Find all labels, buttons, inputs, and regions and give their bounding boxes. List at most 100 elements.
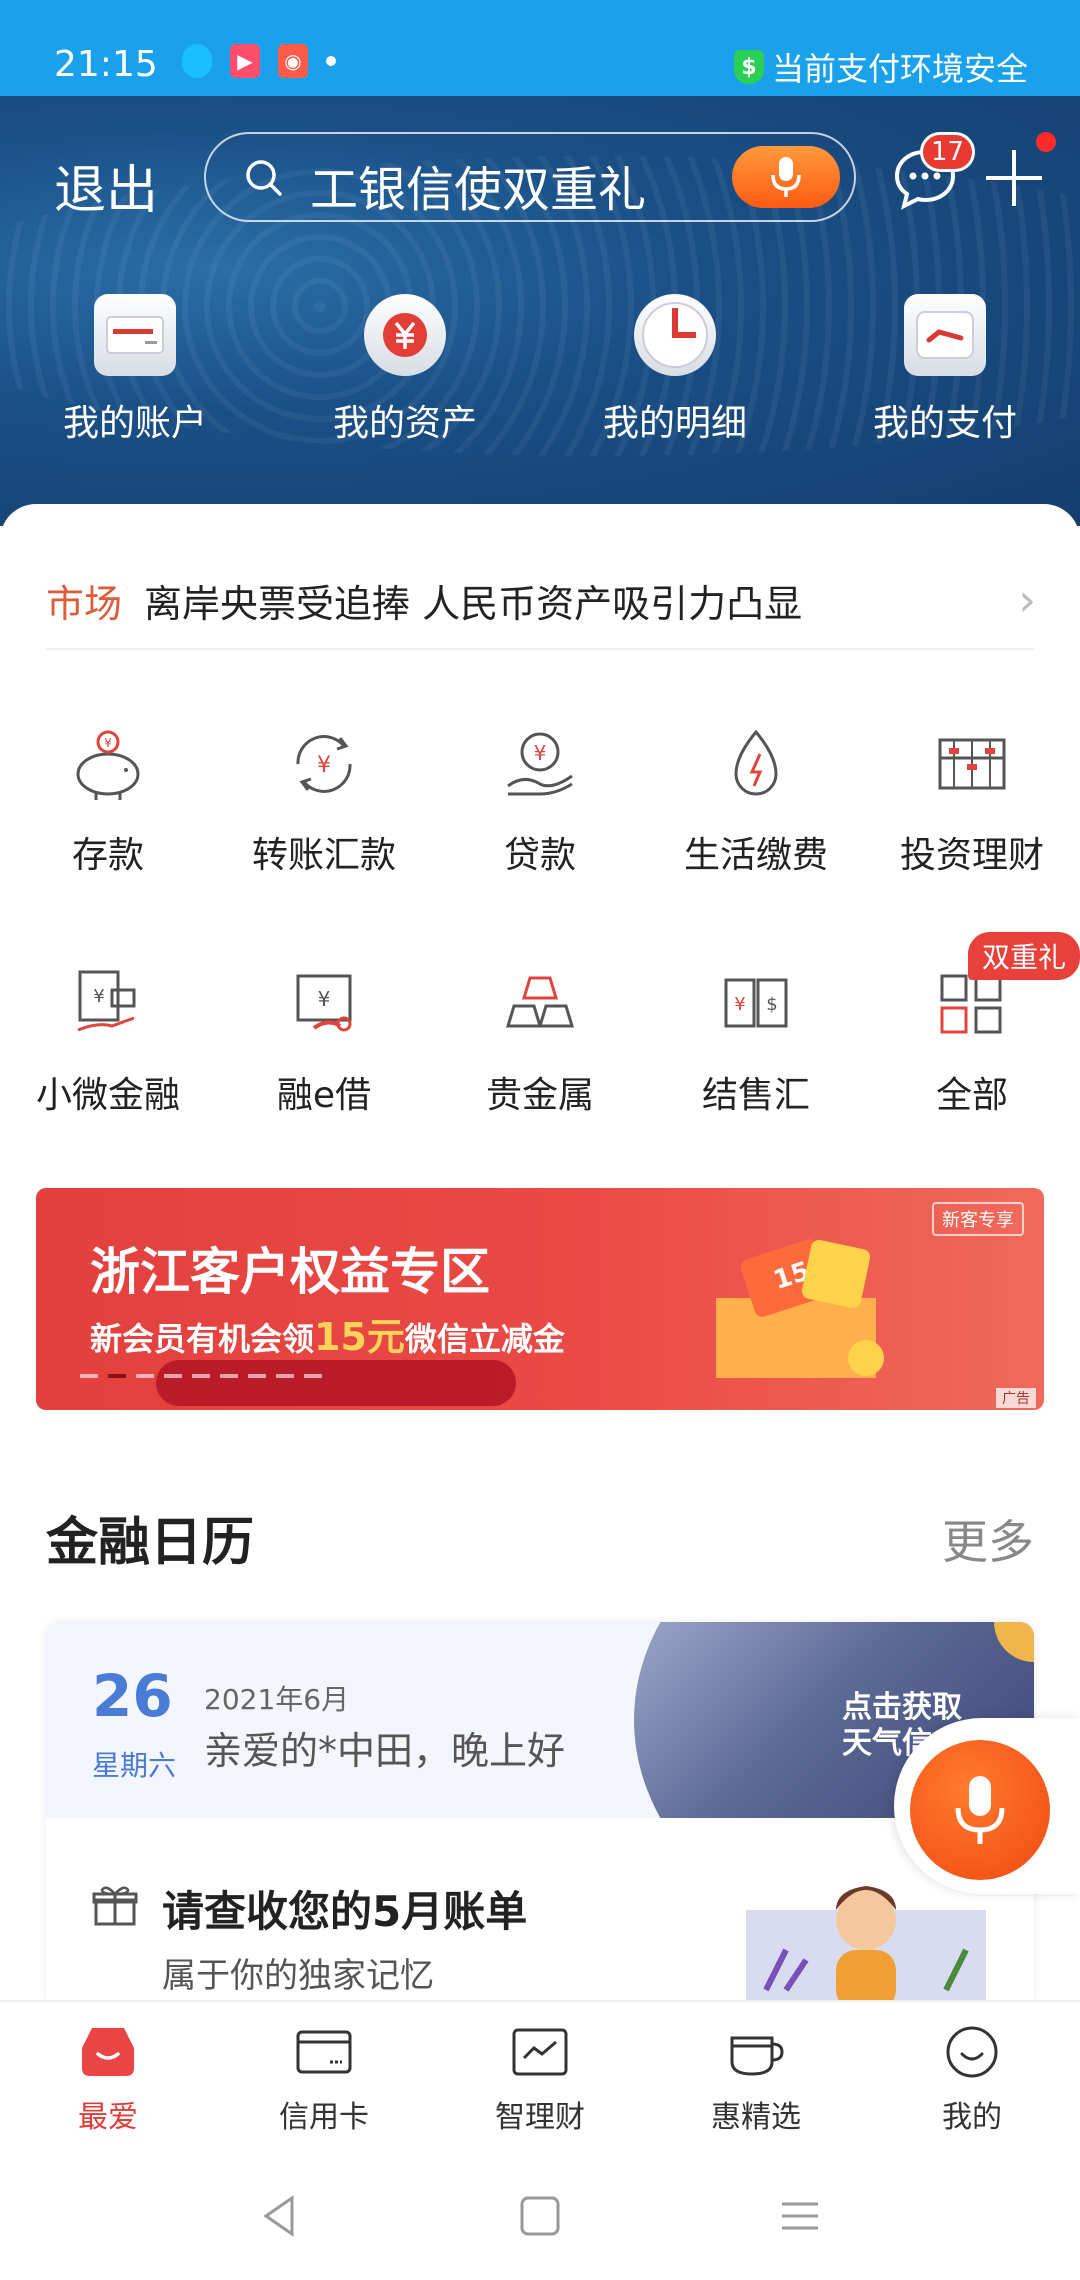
bill-title: 请查收您的5月账单 <box>162 1887 528 1936</box>
service-transfer[interactable]: ¥ 转账汇款 <box>216 704 432 944</box>
safety-text: 当前支付环境安全 <box>771 50 1028 88</box>
loan-icon: ¥ <box>507 732 573 796</box>
credit-card-icon <box>296 2030 352 2074</box>
service-e-loan[interactable]: ¥ 融e借 <box>216 944 432 1184</box>
home-icon[interactable] <box>518 2194 562 2238</box>
shield-icon: $ <box>733 50 764 84</box>
carousel-dot <box>136 1374 154 1378</box>
camera-app-icon: ◉ <box>278 44 308 78</box>
greeting-text: 亲爱的*中田，晚上好 <box>204 1729 566 1773</box>
divider <box>46 648 1034 650</box>
quick-item-my-details[interactable]: 我的明细 <box>540 294 810 446</box>
payment-safety-indicator: $ 当前支付环境安全 <box>733 44 1028 90</box>
chevron-right-icon: › <box>1018 574 1036 626</box>
header: 退出 工银信使双重礼 17 我的账户 我的资产 我的明细 我的支付 <box>0 96 1080 526</box>
quick-item-label: 我的支付 <box>872 403 1017 444</box>
tab-me[interactable]: 我的 <box>864 2002 1080 2150</box>
service-label: 转账汇款 <box>251 835 396 876</box>
smile-profile-icon <box>946 2026 998 2078</box>
account-card-icon <box>94 294 176 376</box>
weather-prompt-line1: 点击获取 <box>842 1690 962 1725</box>
calendar-day: 26 <box>92 1662 173 1730</box>
new-customer-tag: 新客专享 <box>932 1202 1024 1236</box>
carousel-dot <box>108 1374 126 1378</box>
bill-subtitle: 属于你的独家记忆 <box>162 1956 434 1996</box>
microphone-icon <box>771 157 801 197</box>
voice-search-button[interactable] <box>732 146 840 208</box>
ad-label: 广告 <box>996 1388 1036 1408</box>
status-time: 21:15 <box>54 44 158 85</box>
svg-text:¥: ¥ <box>317 753 331 778</box>
news-tag: 市场 <box>46 581 123 626</box>
currency-exchange-icon: ¥ $ <box>724 978 788 1028</box>
quick-item-my-assets[interactable]: 我的资产 <box>270 294 540 446</box>
quick-item-label: 我的明细 <box>602 403 747 444</box>
carousel-dot <box>304 1374 322 1378</box>
quick-item-my-account[interactable]: 我的账户 <box>0 294 270 446</box>
tab-favorites[interactable]: 最爱 <box>0 2002 216 2150</box>
quick-access-row: 我的账户 我的资产 我的明细 我的支付 <box>0 294 1080 446</box>
details-clock-icon <box>634 294 716 376</box>
voice-assistant-button[interactable] <box>910 1740 1050 1880</box>
quick-item-label: 我的账户 <box>62 403 207 444</box>
redaction-mark <box>156 1360 516 1406</box>
recents-menu-icon[interactable] <box>778 2194 822 2238</box>
micro-finance-icon: ¥ <box>77 970 136 1032</box>
piggy-bank-icon: ¥ <box>76 730 140 800</box>
search-bar[interactable]: 工银信使双重礼 <box>204 132 856 222</box>
service-label: 全部 <box>935 1075 1008 1116</box>
service-micro-finance[interactable]: ¥ 小微金融 <box>0 944 216 1184</box>
more-link[interactable]: 更多 <box>942 1506 1034 1572</box>
promo-banner[interactable]: 浙江客户权益专区 新会员有机会领15元微信立减金 新客专享 广告 15 <box>36 1188 1044 1410</box>
svg-text:¥: ¥ <box>318 987 331 1011</box>
tab-label: 我的 <box>942 2100 1002 2135</box>
svg-text:¥: ¥ <box>104 736 112 750</box>
payment-icon <box>904 294 986 376</box>
utility-bill-icon <box>734 729 778 796</box>
search-hint: 工银信使双重礼 <box>310 162 647 218</box>
service-investment[interactable]: 投资理财 <box>864 704 1080 944</box>
carousel-dot <box>220 1374 238 1378</box>
service-precious-metals[interactable]: 贵金属 <box>432 944 648 1184</box>
svg-text:$: $ <box>766 994 777 1015</box>
quick-item-my-payment[interactable]: 我的支付 <box>810 294 1080 446</box>
promo-badge: 双重礼 <box>967 932 1080 980</box>
service-fx-exchange[interactable]: ¥ $ 结售汇 <box>648 944 864 1184</box>
add-icon[interactable] <box>982 146 1046 210</box>
tab-deals[interactable]: 惠精选 <box>648 2002 864 2150</box>
service-row: ¥ 存款 ¥ 转账汇款 ¥ 贷款 生活缴费 投资理财 <box>0 704 1080 944</box>
market-news[interactable]: 市场 离岸央票受追捧 人民币资产吸引力凸显 › <box>46 550 1036 650</box>
dot-icon <box>326 56 336 66</box>
exit-button[interactable]: 退出 <box>54 148 158 223</box>
tab-label: 智理财 <box>495 2100 585 2135</box>
calendar-weekday: 星期六 <box>92 1749 177 1782</box>
calendar-card[interactable]: 26 星期六 2021年6月 亲爱的*中田，晚上好 点击获取 天气信 请查收您的… <box>46 1622 1034 2002</box>
service-grid: ¥ 存款 ¥ 转账汇款 ¥ 贷款 生活缴费 投资理财 ¥ 小微金融 ¥ 融e借 … <box>0 704 1080 1184</box>
carousel-dot <box>248 1374 266 1378</box>
favorite-icon <box>82 2028 134 2076</box>
service-loan[interactable]: ¥ 贷款 <box>432 704 648 944</box>
tab-credit-card[interactable]: 信用卡 <box>216 2002 432 2150</box>
news-headline: 离岸央票受追捧 人民币资产吸引力凸显 <box>144 581 803 626</box>
svg-text:¥: ¥ <box>534 741 547 765</box>
banner-subtitle: 新会员有机会领15元微信立减金 <box>90 1306 565 1361</box>
service-all[interactable]: 双重礼 全部 <box>864 932 1080 1184</box>
qq-icon <box>182 44 212 78</box>
video-app-icon: ▶ <box>230 44 260 78</box>
service-deposit[interactable]: ¥ 存款 <box>0 704 216 944</box>
abacus-icon <box>938 738 1006 790</box>
tab-label: 惠精选 <box>711 2100 801 2135</box>
search-icon <box>246 160 282 196</box>
calendar-month: 2021年6月 <box>204 1683 350 1716</box>
carousel-dot <box>192 1374 210 1378</box>
back-icon[interactable] <box>258 2194 302 2238</box>
service-label: 融e借 <box>276 1075 372 1116</box>
carousel-dot <box>80 1374 98 1378</box>
svg-text:¥: ¥ <box>93 986 104 1007</box>
service-label: 生活缴费 <box>683 835 828 876</box>
service-label: 小微金融 <box>35 1075 180 1116</box>
service-row: ¥ 小微金融 ¥ 融e借 贵金属 ¥ $ 结售汇 双重礼 全部 <box>0 932 1080 1184</box>
tab-smart-finance[interactable]: 智理财 <box>432 2002 648 2150</box>
service-utility[interactable]: 生活缴费 <box>648 704 864 944</box>
notification-icons: ▶ ◉ <box>182 44 336 78</box>
